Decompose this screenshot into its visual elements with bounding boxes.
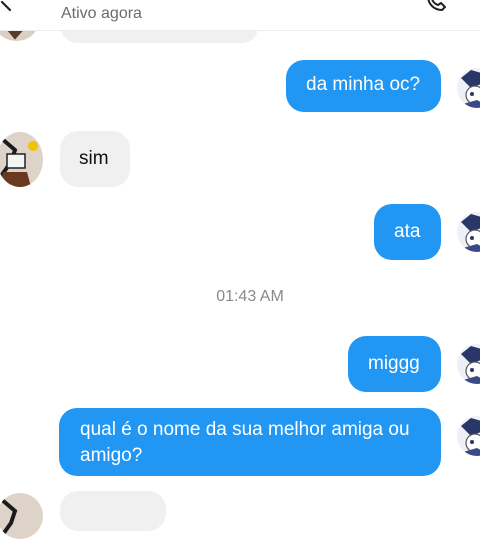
- chat-header: Ativo agora: [0, 0, 480, 31]
- incoming-message[interactable]: sim: [60, 131, 130, 187]
- active-status: Ativo agora: [61, 5, 142, 22]
- back-arrow-icon[interactable]: [0, 0, 18, 16]
- message-timestamp: 01:43 AM: [216, 288, 284, 305]
- message-list[interactable]: da minha oc? sim ata 01:43 AM miggg qual…: [0, 5, 480, 539]
- outgoing-message[interactable]: da minha oc?: [286, 60, 441, 112]
- user-avatar: [457, 344, 480, 384]
- incoming-message-partial: [60, 491, 166, 531]
- contact-avatar: [0, 132, 43, 187]
- user-avatar: [457, 416, 480, 456]
- outgoing-message[interactable]: ata: [374, 204, 441, 260]
- user-avatar: [457, 68, 480, 108]
- outgoing-message[interactable]: miggg: [348, 336, 441, 392]
- outgoing-message[interactable]: qual é o nome da sua melhor amiga ou ami…: [59, 408, 441, 476]
- contact-avatar: [0, 493, 43, 539]
- user-avatar: [457, 212, 480, 252]
- phone-call-icon[interactable]: [424, 0, 450, 16]
